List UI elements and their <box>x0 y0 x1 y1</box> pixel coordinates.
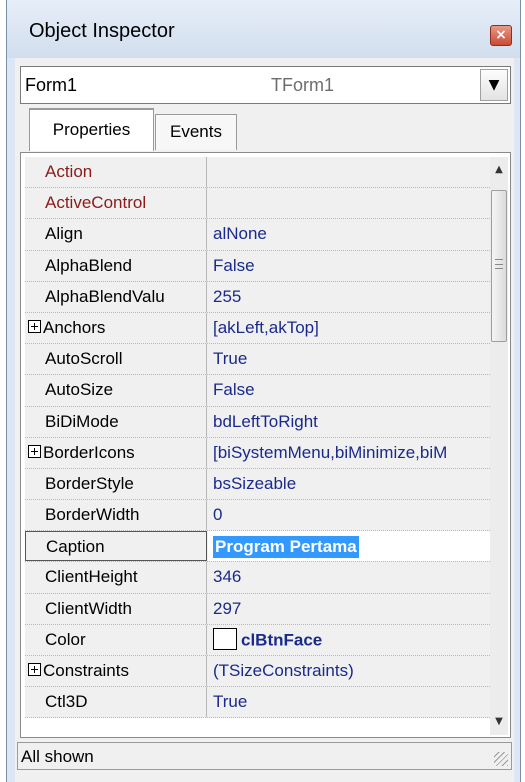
property-value[interactable]: False <box>208 251 490 281</box>
property-row-caption[interactable]: Caption Program Pertama <box>25 531 490 563</box>
resize-grip-icon[interactable] <box>494 752 508 766</box>
grip-icon <box>495 259 503 269</box>
property-value[interactable]: [biSystemMenu,biMinimize,biM <box>208 438 490 468</box>
property-name: ClientHeight <box>25 562 207 593</box>
property-name: Align <box>25 219 207 250</box>
property-row-clientwidth[interactable]: ClientWidth 297 <box>25 593 490 625</box>
property-name: Color <box>25 624 207 655</box>
property-row-align[interactable]: Align alNone <box>25 219 490 251</box>
property-value[interactable]: bdLeftToRight <box>208 407 490 437</box>
scroll-up-icon[interactable]: ▲ <box>490 161 508 179</box>
property-value[interactable] <box>208 157 490 187</box>
property-name: AutoSize <box>25 375 207 406</box>
property-row-ctl3d[interactable]: Ctl3D True <box>25 687 490 719</box>
property-row-autosize[interactable]: AutoSize False <box>25 375 490 407</box>
property-value[interactable] <box>208 188 490 218</box>
object-inspector-window: Object Inspector × Form1 TForm1 ▼ Proper… <box>6 0 521 782</box>
property-list: Action ActiveControl Align alNone AlphaB… <box>25 157 490 735</box>
property-value[interactable]: False <box>208 375 490 405</box>
property-row-constraints[interactable]: Constraints (TSizeConstraints) <box>25 656 490 688</box>
property-row-autoscroll[interactable]: AutoScroll True <box>25 344 490 376</box>
property-name: ActiveControl <box>25 188 207 219</box>
property-row-color[interactable]: Color clBtnFace <box>25 624 490 656</box>
scrollbar-thumb[interactable] <box>491 190 507 342</box>
property-name: AlphaBlendValu <box>25 281 207 312</box>
expand-plus-icon[interactable] <box>28 444 41 458</box>
property-row-clientheight[interactable]: ClientHeight 346 <box>25 562 490 594</box>
property-value[interactable]: bsSizeable <box>208 469 490 499</box>
property-name: ClientWidth <box>25 593 207 624</box>
expand-plus-icon[interactable] <box>28 663 41 677</box>
window-title: Object Inspector <box>29 20 175 42</box>
property-row-activecontrol[interactable]: ActiveControl <box>25 188 490 220</box>
property-value[interactable]: (TSizeConstraints) <box>208 656 490 686</box>
property-name: BorderWidth <box>25 500 207 531</box>
property-row-borderwidth[interactable]: BorderWidth 0 <box>25 500 490 532</box>
selected-object-type: TForm1 <box>271 75 334 95</box>
color-swatch <box>213 627 237 650</box>
property-value[interactable]: 346 <box>208 562 490 592</box>
property-name: Action <box>25 157 207 188</box>
title-bar[interactable]: Object Inspector × <box>7 0 520 58</box>
scroll-down-icon[interactable]: ▼ <box>490 713 508 731</box>
property-value[interactable]: 0 <box>208 500 490 530</box>
property-row-bordericons[interactable]: BorderIcons [biSystemMenu,biMinimize,biM <box>25 437 490 469</box>
property-name: Constraints <box>43 661 129 680</box>
property-value[interactable]: 297 <box>208 594 490 624</box>
property-name: AutoScroll <box>25 344 207 375</box>
object-selector-combo[interactable]: Form1 TForm1 ▼ <box>20 66 511 104</box>
property-name-expandable: Constraints <box>25 656 207 687</box>
inspector-tabs: Properties Events <box>21 108 511 152</box>
chevron-down-icon[interactable]: ▼ <box>480 69 508 101</box>
property-name-expandable: BorderIcons <box>25 437 207 468</box>
tab-properties[interactable]: Properties <box>29 108 154 151</box>
property-name: Ctl3D <box>25 687 207 718</box>
property-row-alphablendvalue[interactable]: AlphaBlendValu 255 <box>25 281 490 313</box>
property-name: BorderIcons <box>43 442 135 462</box>
expand-plus-icon[interactable] <box>28 319 41 333</box>
property-row-alphablend[interactable]: AlphaBlend False <box>25 250 490 282</box>
close-button[interactable]: × <box>490 25 512 46</box>
status-text: All shown <box>21 747 94 766</box>
inspector-body: Form1 TForm1 ▼ Properties Events Action … <box>15 58 514 782</box>
property-row-action[interactable]: Action <box>25 157 490 189</box>
property-name: AlphaBlend <box>25 250 207 281</box>
selected-object-name: Form1 <box>25 75 78 95</box>
property-value-color[interactable]: clBtnFace <box>208 625 490 655</box>
vertical-scrollbar[interactable]: ▲ ▼ <box>490 157 508 735</box>
property-value[interactable]: 255 <box>208 282 490 312</box>
selected-caption-text[interactable]: Program Pertama <box>213 536 359 559</box>
property-name: Caption <box>25 531 207 562</box>
property-name: BorderStyle <box>25 468 207 500</box>
property-row-borderstyle[interactable]: BorderStyle bsSizeable <box>25 468 490 501</box>
property-value[interactable]: True <box>208 344 490 374</box>
property-name: BiDiMode <box>25 406 207 437</box>
caption-edit-field[interactable]: Program Pertama <box>208 531 490 562</box>
property-value[interactable]: True <box>208 687 490 717</box>
property-value[interactable]: [akLeft,akTop] <box>208 313 490 343</box>
property-row-anchors[interactable]: Anchors [akLeft,akTop] <box>25 312 490 345</box>
status-bar: All shown <box>17 742 512 770</box>
property-row-bidimode[interactable]: BiDiMode bdLeftToRight <box>25 406 490 438</box>
property-value[interactable]: alNone <box>208 219 490 249</box>
property-name: Anchors <box>43 317 106 337</box>
property-grid: Action ActiveControl Align alNone AlphaB… <box>20 152 511 738</box>
tab-events[interactable]: Events <box>155 114 237 150</box>
property-name-expandable: Anchors <box>25 312 207 344</box>
color-value-label: clBtnFace <box>241 630 323 650</box>
